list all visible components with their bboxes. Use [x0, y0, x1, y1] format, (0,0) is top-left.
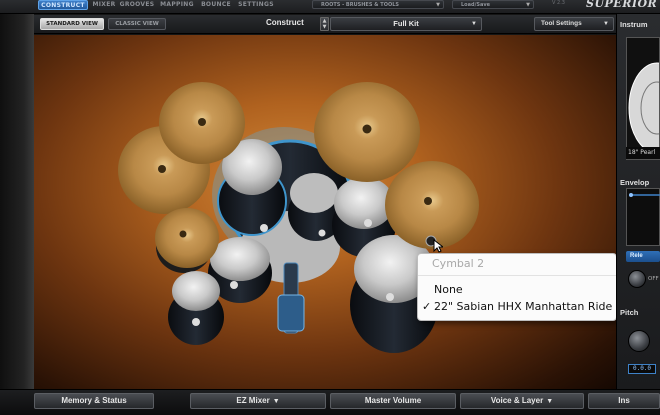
load-save-label: Load/Save	[461, 2, 491, 8]
instrument-caption: 18" Pearl	[626, 147, 660, 159]
kit-select[interactable]: Full Kit ▼	[330, 17, 482, 31]
chevron-down-icon: ▼	[272, 398, 280, 405]
construct-toolbar: STANDARD VIEW CLASSIC VIEW Construct ▲ ▼ …	[34, 15, 616, 34]
instrument-preview	[626, 37, 660, 160]
top-navigation-bar: CONSTRUCT MIXER GROOVES MAPPING BOUNCE S…	[0, 0, 660, 14]
checkmark-icon: ✓	[422, 300, 432, 313]
tool-settings-dropdown[interactable]: Tool Settings ▼	[534, 17, 614, 31]
chevron-down-icon: ▼	[546, 398, 554, 405]
tom-left-2[interactable]	[168, 271, 224, 345]
chevron-down-icon: ▼	[471, 21, 477, 27]
cymbal-context-menu: Cymbal 2 None ✓ 22" Sabian HHX Manhattan…	[417, 253, 617, 321]
load-save-dropdown[interactable]: Load/Save ▼	[452, 0, 534, 9]
envelope-curve	[629, 193, 660, 197]
envelope-knob[interactable]	[628, 270, 646, 288]
drum-kit-illustration	[118, 82, 479, 353]
cymbal-ride-big[interactable]	[314, 82, 420, 182]
master-volume-label: Master Volume	[364, 396, 422, 405]
cymbal-hihat[interactable]	[155, 208, 219, 268]
instrument-header: Instrum	[620, 20, 648, 29]
memory-status-label: Memory & Status	[61, 396, 127, 405]
pitch-value[interactable]: 0.0.0	[628, 364, 656, 374]
version-label: V 2.3	[552, 0, 565, 6]
chevron-down-icon: ▼	[436, 2, 440, 8]
menu-divider	[418, 275, 616, 276]
cymbal-crash-top[interactable]	[159, 82, 245, 164]
envelope-display[interactable]	[626, 188, 660, 246]
voice-layer-tab[interactable]: Voice & Layer ▼	[460, 393, 584, 409]
tab-standard-view[interactable]: STANDARD VIEW	[40, 18, 104, 30]
left-frame-edge	[0, 14, 34, 389]
menu-title: Cymbal 2	[432, 257, 485, 270]
menu-item-none[interactable]: None	[434, 283, 463, 296]
tab-classic-view[interactable]: CLASSIC VIEW	[108, 18, 166, 30]
master-volume-tab[interactable]: Master Volume	[330, 393, 456, 409]
pitch-header: Pitch	[620, 308, 639, 317]
menu-item-sabian-ride[interactable]: 22" Sabian HHX Manhattan Ride	[434, 300, 612, 313]
ez-mixer-label: EZ Mixer	[236, 396, 270, 405]
cymbal-2[interactable]	[385, 161, 479, 249]
drum-kit-stage	[34, 35, 616, 389]
memory-status-tab[interactable]: Memory & Status	[34, 393, 154, 409]
tab-grooves[interactable]: GROOVES	[119, 0, 155, 10]
kit-select-value: Full Kit	[393, 19, 419, 28]
tab-mixer[interactable]: MIXER	[91, 0, 117, 10]
tab-construct[interactable]: CONSTRUCT	[38, 0, 88, 10]
cymbal-preview-image	[628, 62, 659, 154]
inspector-label: Ins	[618, 396, 630, 405]
inspector-tab[interactable]: Ins	[588, 393, 660, 409]
chevron-down-icon: ▼	[526, 2, 530, 8]
envelope-header: Envelop	[620, 178, 650, 187]
brand-logo: SUPERIOR	[586, 0, 658, 10]
off-label: OFF	[648, 276, 659, 282]
tab-bounce[interactable]: BOUNCE	[199, 0, 233, 10]
kit-stepper[interactable]: ▲ ▼	[320, 17, 329, 31]
preset-dropdown[interactable]: ROOTS - BRUSHES & TOOLS ▼	[312, 0, 444, 9]
tab-mapping[interactable]: MAPPING	[158, 0, 196, 10]
release-button[interactable]: Rele	[626, 251, 660, 262]
pitch-knob[interactable]	[628, 330, 650, 352]
construct-label: Construct	[266, 18, 304, 27]
voice-layer-label: Voice & Layer	[490, 396, 544, 405]
mouse-cursor-icon	[433, 239, 443, 253]
tool-settings-label: Tool Settings	[541, 20, 582, 27]
preset-dropdown-label: ROOTS - BRUSHES & TOOLS	[321, 2, 399, 8]
tab-settings[interactable]: SETTINGS	[236, 0, 276, 10]
ez-mixer-tab[interactable]: EZ Mixer ▼	[190, 393, 326, 409]
chevron-down-icon: ▼	[603, 21, 609, 27]
